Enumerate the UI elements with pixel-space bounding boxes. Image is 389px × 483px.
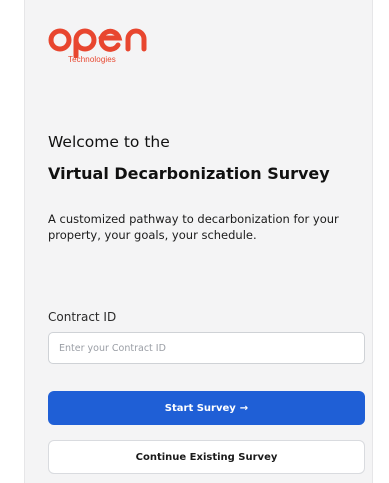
- contract-id-input[interactable]: [48, 332, 365, 364]
- survey-card: Technologies Welcome to the Virtual Deca…: [24, 0, 373, 483]
- contract-id-label: Contract ID: [48, 310, 117, 324]
- page-title: Virtual Decarbonization Survey: [48, 164, 330, 183]
- open-logo-mark: [48, 28, 147, 58]
- welcome-heading: Welcome to the: [48, 133, 170, 151]
- arrow-right-icon: →: [239, 402, 249, 414]
- continue-survey-button[interactable]: Continue Existing Survey: [48, 440, 365, 474]
- survey-description: A customized pathway to decarbonization …: [48, 212, 339, 242]
- logo-subtitle: Technologies: [68, 55, 116, 64]
- start-survey-button[interactable]: Start Survey →: [48, 391, 365, 425]
- start-survey-label: Start Survey: [164, 402, 236, 414]
- continue-survey-label: Continue Existing Survey: [135, 451, 278, 463]
